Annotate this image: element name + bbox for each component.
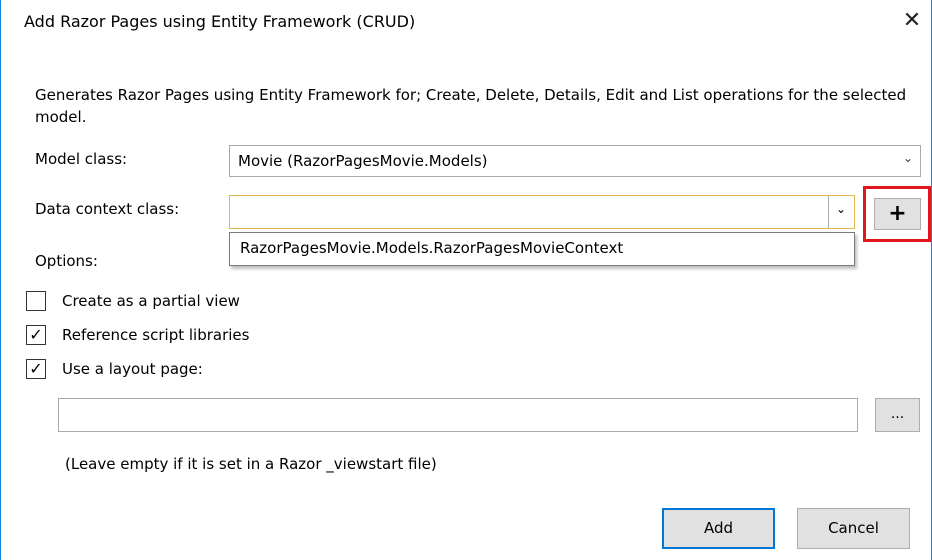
data-context-dropdown-list: RazorPagesMovie.Models.RazorPagesMovieCo…: [229, 232, 855, 266]
partial-view-label: Create as a partial view: [62, 292, 240, 310]
layout-page-path-input[interactable]: [58, 398, 858, 432]
layout-hint: (Leave empty if it is set in a Razor _vi…: [65, 455, 437, 473]
options-label: Options:: [35, 252, 98, 270]
add-button[interactable]: Add: [662, 508, 775, 549]
chevron-down-icon: ⌄: [902, 151, 913, 165]
browse-button[interactable]: ...: [875, 398, 920, 432]
dialog-description: Generates Razor Pages using Entity Frame…: [35, 86, 907, 126]
model-class-select[interactable]: Movie (RazorPagesMovie.Models) ⌄: [229, 145, 921, 177]
cancel-button[interactable]: Cancel: [797, 508, 910, 549]
script-libraries-checkbox[interactable]: ✓: [26, 325, 46, 345]
script-libraries-label: Reference script libraries: [62, 326, 250, 344]
model-class-value: Movie (RazorPagesMovie.Models): [238, 152, 488, 170]
layout-page-checkbox[interactable]: ✓: [26, 359, 46, 379]
data-context-label: Data context class:: [35, 200, 180, 218]
model-class-label: Model class:: [35, 150, 128, 168]
data-context-select[interactable]: ⌄: [229, 195, 855, 229]
close-icon[interactable]: ✕: [897, 6, 927, 36]
add-context-highlight: +: [863, 186, 931, 242]
data-context-dropdown-toggle[interactable]: ⌄: [828, 196, 854, 228]
chevron-down-icon: ⌄: [836, 202, 847, 216]
data-context-option[interactable]: RazorPagesMovie.Models.RazorPagesMovieCo…: [240, 239, 623, 257]
layout-page-label: Use a layout page:: [62, 360, 203, 378]
partial-view-checkbox[interactable]: [26, 291, 46, 311]
dialog-title: Add Razor Pages using Entity Framework (…: [24, 12, 416, 31]
add-razor-pages-dialog: Add Razor Pages using Entity Framework (…: [0, 0, 932, 560]
add-data-context-button[interactable]: +: [874, 198, 921, 230]
